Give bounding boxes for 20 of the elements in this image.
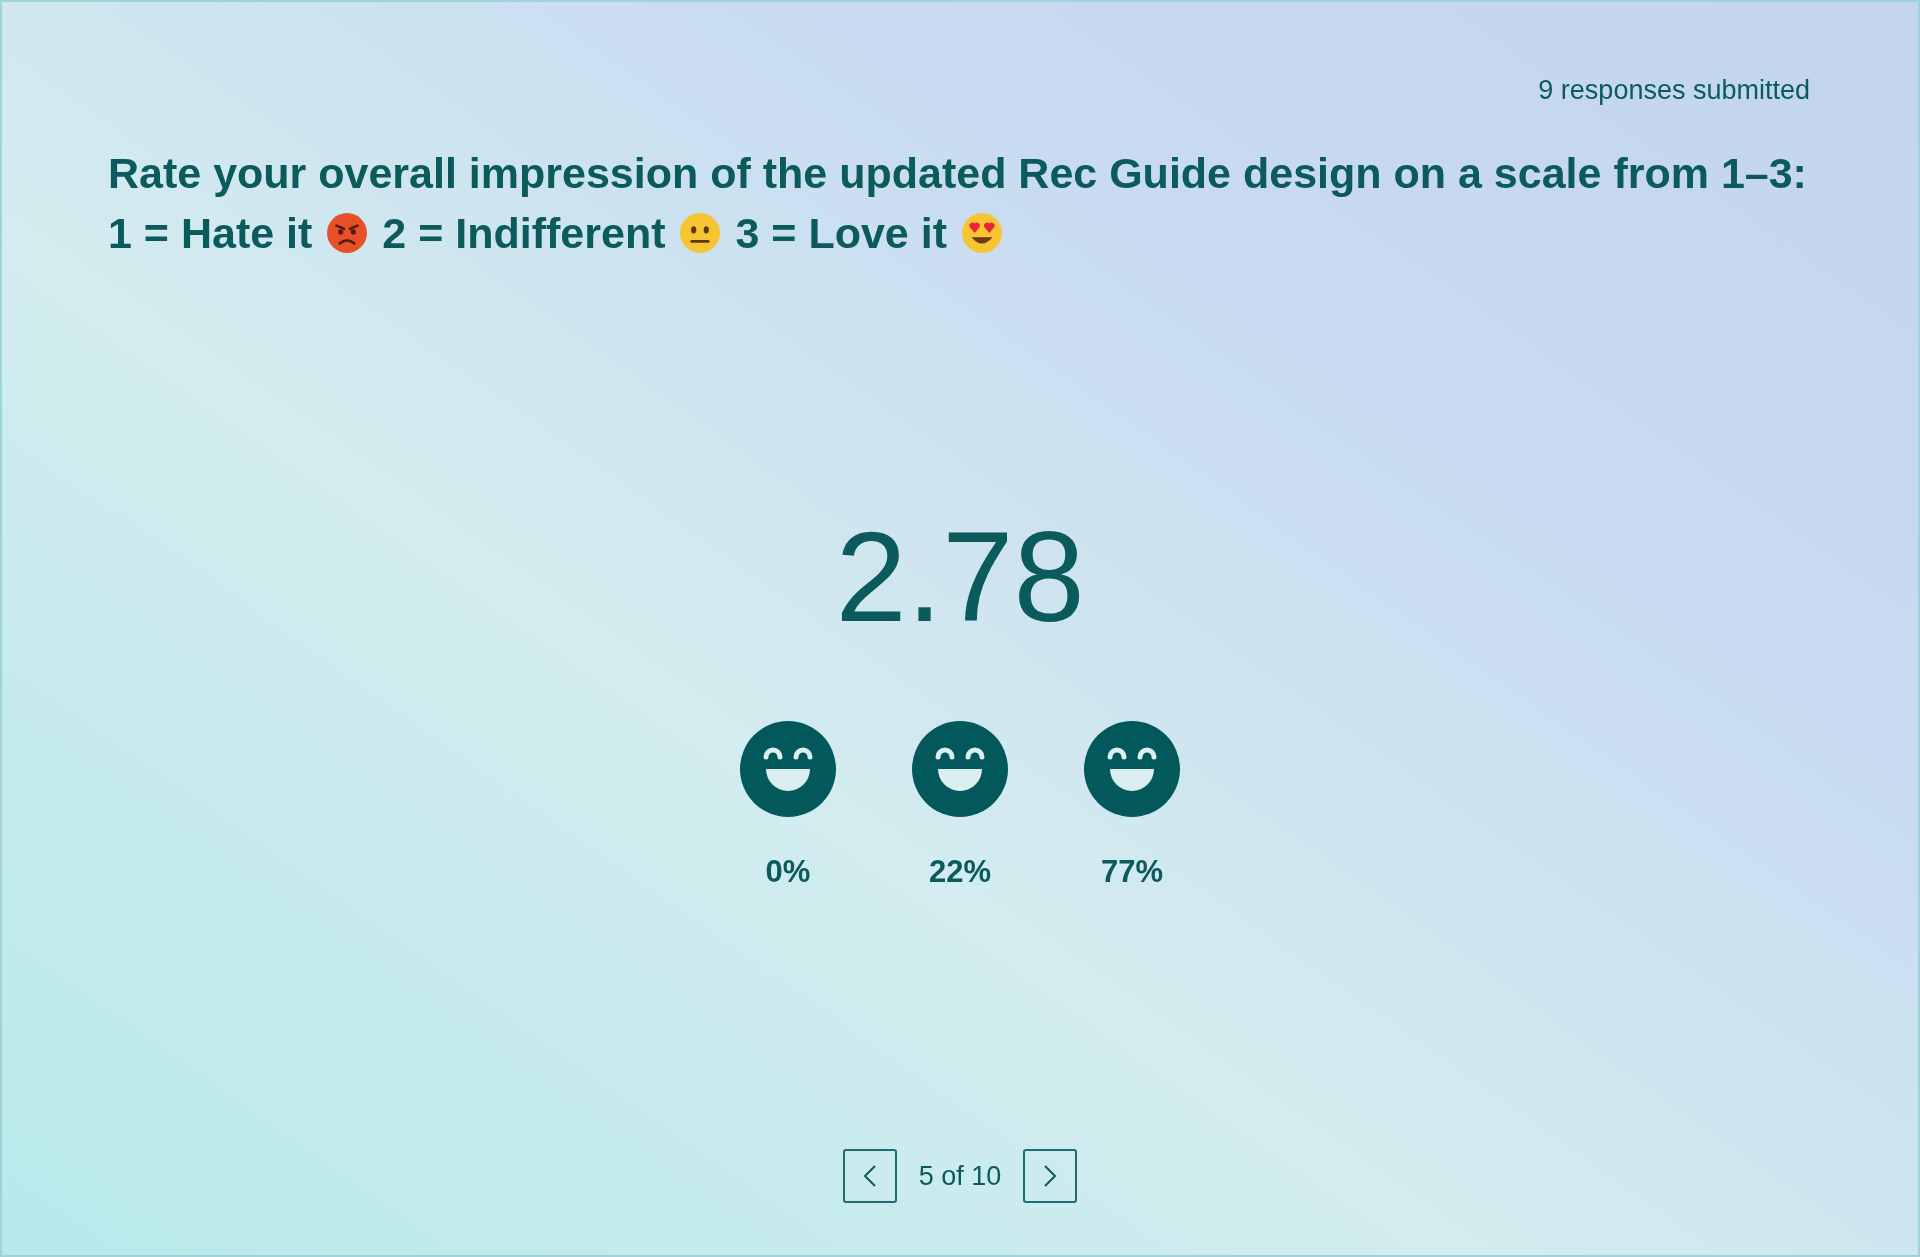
smiley-face-icon — [912, 720, 1008, 817]
next-button[interactable] — [1023, 1149, 1078, 1203]
angry-face-icon — [326, 211, 369, 254]
question-text: Rate your overall impression of the updated Rec Guide design on a scale from 1–3: — [108, 147, 1807, 199]
smiley-face-icon — [740, 720, 836, 817]
page-indicator: 5 of 10 — [917, 1159, 1003, 1193]
heart-eyes-face-icon — [961, 211, 1003, 254]
chevron-right-icon — [1043, 1164, 1058, 1188]
chevron-left-icon — [862, 1164, 877, 1188]
rating-percent: 77% — [1100, 852, 1163, 891]
question-text: 1 = Hate it — [108, 207, 313, 259]
neutral-face-icon — [679, 211, 722, 254]
previous-button[interactable] — [842, 1149, 897, 1203]
average-score: 2.78 — [835, 512, 1085, 641]
rating-percent: 0% — [765, 852, 811, 891]
responses-count: 9 responses submitted — [1538, 74, 1810, 107]
smiley-face-icon — [1084, 720, 1180, 817]
question-text: 3 = Love it — [735, 207, 947, 259]
rating-percent: 22% — [928, 852, 991, 891]
question-text: 2 = Indifferent — [382, 207, 666, 259]
